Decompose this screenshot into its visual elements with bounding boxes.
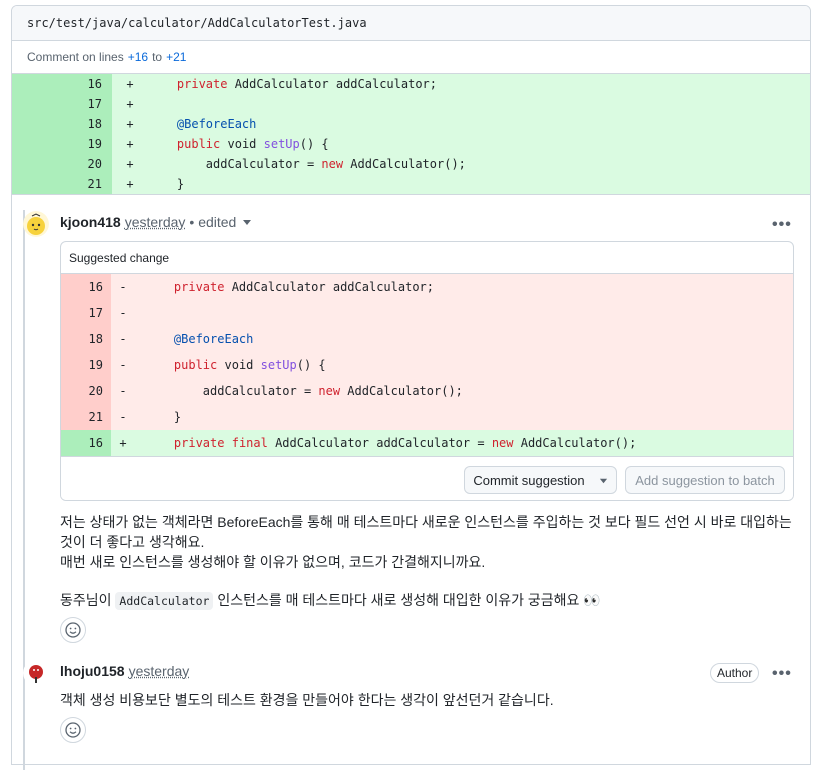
diff-sign: + bbox=[126, 177, 134, 191]
comment-lines-info: Comment on lines +16 to +21 bbox=[12, 41, 810, 74]
line-number: 20 bbox=[61, 378, 111, 404]
diff-line: 20 + addCalculator = new AddCalculator(); bbox=[12, 154, 810, 174]
diff-sign: + bbox=[126, 97, 134, 111]
file-path-header: src/test/java/calculator/AddCalculatorTe… bbox=[12, 6, 810, 41]
diff-sign: + bbox=[126, 77, 134, 91]
add-reaction-button[interactable] bbox=[60, 617, 86, 643]
diff-line: 18 + @BeforeEach bbox=[12, 114, 810, 134]
diff-sign: - bbox=[119, 410, 127, 424]
inline-code: AddCalculator bbox=[115, 592, 214, 610]
diff-line: 16 + private AddCalculator addCalculator; bbox=[12, 74, 810, 94]
diff-sign: + bbox=[126, 137, 134, 151]
file-path[interactable]: src/test/java/calculator/AddCalculatorTe… bbox=[27, 16, 367, 30]
code-text: addCalculator = new AddCalculator(); bbox=[145, 384, 463, 398]
line-number[interactable]: 19 bbox=[12, 134, 112, 154]
deleted-line: 19- public void setUp() { bbox=[61, 352, 793, 378]
line-number[interactable]: 21 bbox=[12, 174, 112, 194]
username[interactable]: kjoon418 bbox=[60, 214, 121, 230]
suggestion-diff: 16- private AddCalculator addCalculator;… bbox=[61, 274, 793, 456]
line-number: 17 bbox=[61, 300, 111, 326]
suggestion-footer: Commit suggestion Add suggestion to batc… bbox=[61, 456, 793, 500]
timestamp[interactable]: yesterday bbox=[125, 214, 186, 230]
line-to: +21 bbox=[166, 50, 187, 64]
avatar[interactable] bbox=[23, 211, 49, 237]
line-number: 16 bbox=[61, 274, 111, 300]
line-from: +16 bbox=[127, 50, 149, 64]
caret-down-icon bbox=[599, 478, 607, 483]
line-number: 21 bbox=[61, 404, 111, 430]
commit-suggestion-button[interactable]: Commit suggestion bbox=[464, 466, 617, 494]
context-diff: 16 + private AddCalculator addCalculator;… bbox=[12, 74, 810, 195]
comment-body: 저는 상태가 없는 객체라면 BeforeEach를 통해 매 테스트마다 새로… bbox=[60, 514, 792, 570]
timeline-line bbox=[23, 210, 25, 770]
smiley-icon bbox=[65, 622, 81, 638]
add-to-batch-button[interactable]: Add suggestion to batch bbox=[625, 466, 785, 494]
line-number: 19 bbox=[61, 352, 111, 378]
line-number[interactable]: 20 bbox=[12, 154, 112, 174]
deleted-line: 17- bbox=[61, 300, 793, 326]
more-options-button[interactable]: ••• bbox=[772, 216, 792, 234]
comment-header: lhoju0158 yesterday bbox=[60, 663, 189, 679]
added-line: 16 + private final AddCalculator addCalcu… bbox=[61, 430, 793, 456]
diff-sign: - bbox=[119, 306, 127, 320]
line-number[interactable]: 17 bbox=[12, 94, 112, 114]
author-badge: Author bbox=[710, 663, 760, 683]
diff-sign: - bbox=[119, 384, 127, 398]
caret-down-icon[interactable] bbox=[242, 217, 252, 227]
code-text: private AddCalculator addCalculator; bbox=[173, 280, 434, 294]
line-number: 16 bbox=[61, 430, 111, 456]
comment-header: kjoon418 yesterday • edited bbox=[60, 214, 252, 230]
deleted-line: 20- addCalculator = new AddCalculator(); bbox=[61, 378, 793, 404]
diff-sign: + bbox=[119, 436, 127, 450]
username[interactable]: lhoju0158 bbox=[60, 663, 125, 679]
code-text: public void setUp() { bbox=[173, 358, 326, 372]
diff-sign: - bbox=[119, 332, 127, 346]
line-number[interactable]: 16 bbox=[12, 74, 112, 94]
code-text: } bbox=[148, 177, 185, 191]
more-options-button[interactable]: ••• bbox=[772, 665, 792, 683]
deleted-line: 21- } bbox=[61, 404, 793, 430]
diff-sign: + bbox=[126, 157, 134, 171]
diff-line: 21 + } bbox=[12, 174, 810, 194]
comment-question: 동주님이 AddCalculator 인스턴스를 매 테스트마다 새로 생성해 … bbox=[60, 592, 601, 610]
deleted-line: 18- @BeforeEach bbox=[61, 326, 793, 352]
timestamp[interactable]: yesterday bbox=[129, 663, 190, 679]
suggestion-header: Suggested change bbox=[61, 242, 793, 274]
code-text: addCalculator = new AddCalculator(); bbox=[148, 157, 466, 171]
line-number[interactable]: 18 bbox=[12, 114, 112, 134]
diff-line: 17 + bbox=[12, 94, 810, 114]
comment-body: 객체 생성 비용보단 별도의 테스트 환경을 만들어야 한다는 생각이 앞선던거… bbox=[60, 692, 554, 708]
add-reaction-button[interactable] bbox=[60, 717, 86, 743]
line-number: 18 bbox=[61, 326, 111, 352]
diff-sign: - bbox=[119, 358, 127, 372]
code-text: private AddCalculator addCalculator; bbox=[176, 77, 437, 91]
code-text: @BeforeEach bbox=[173, 332, 254, 346]
deleted-line: 16- private AddCalculator addCalculator; bbox=[61, 274, 793, 300]
edited-label[interactable]: • edited bbox=[189, 214, 236, 230]
avatar[interactable] bbox=[23, 660, 49, 686]
code-text: private final AddCalculator addCalculato… bbox=[173, 436, 637, 450]
smiley-icon bbox=[65, 722, 81, 738]
code-text: } bbox=[145, 410, 182, 424]
diff-sign: + bbox=[126, 117, 134, 131]
diff-sign: - bbox=[119, 280, 127, 294]
code-text: public void setUp() { bbox=[176, 137, 329, 151]
diff-line: 19 + public void setUp() { bbox=[12, 134, 810, 154]
suggested-change-box: Suggested change 16- private AddCalculat… bbox=[60, 241, 794, 501]
code-text: @BeforeEach bbox=[176, 117, 257, 131]
